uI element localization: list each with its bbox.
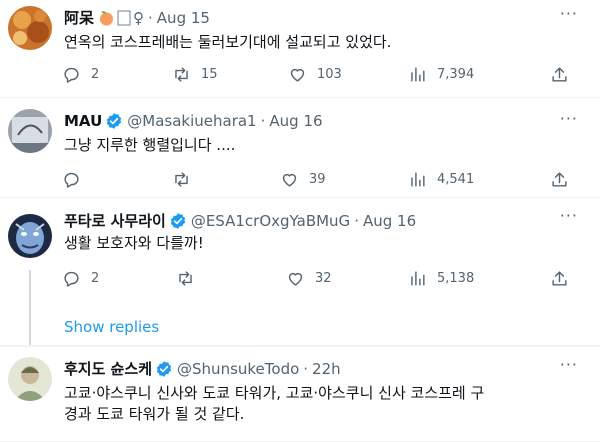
reply-icon (64, 271, 79, 287)
view-count: 4,541 (437, 172, 475, 187)
reply-icon (64, 67, 79, 83)
views-button[interactable]: 4,541 (408, 170, 474, 189)
share-icon (552, 172, 567, 187)
retweet-button[interactable] (176, 269, 205, 288)
reply-button[interactable]: 2 (62, 269, 99, 288)
views-button[interactable]: 5,138 (408, 269, 474, 288)
separator-dot: · (148, 8, 153, 27)
reply-count: 2 (91, 67, 100, 82)
user-handle[interactable]: @ShunsukeTodo (177, 360, 299, 378)
share-icon (552, 271, 567, 286)
analytics-icon (411, 271, 425, 286)
verified-badge-icon (170, 212, 185, 229)
timestamp[interactable]: 22h (312, 360, 341, 378)
share-button[interactable] (550, 65, 569, 84)
more-options-icon[interactable]: ··· (560, 4, 578, 23)
more-options-icon[interactable]: ··· (560, 355, 578, 374)
more-options-icon[interactable]: ··· (560, 109, 578, 128)
retweet-icon (175, 172, 188, 187)
share-icon (552, 67, 567, 82)
reply-button[interactable] (62, 170, 91, 189)
timestamp[interactable]: Aug 15 (157, 9, 210, 27)
analytics-icon (411, 172, 425, 187)
peach-emoji (100, 11, 114, 26)
tweet-2[interactable]: MAU @Masakiuehara1 · Aug 16 ··· 그냥 지루한 행… (0, 98, 600, 198)
retweet-button[interactable] (172, 170, 201, 189)
tweet-header: 푸타로 사무라이 @ESA1crOxgYaBMuG · Aug 16 (64, 210, 416, 231)
tweet-text: 연옥의 코스프레배는 둘러보기대에 설교되고 있었다. (64, 33, 392, 51)
tweet-1[interactable]: 阿呆 ♀ · Aug 15 ··· 연옥의 코스프레배는 둘러보기대에 설교되고… (0, 0, 600, 98)
retweet-button[interactable]: 15 (172, 65, 218, 84)
display-name[interactable]: MAU (64, 112, 102, 130)
view-count: 7,394 (437, 67, 475, 82)
timestamp[interactable]: Aug 16 (269, 112, 322, 130)
like-button[interactable]: 103 (288, 65, 342, 84)
views-button[interactable]: 7,394 (408, 65, 474, 84)
heart-icon (282, 173, 297, 187)
like-count: 39 (309, 172, 326, 187)
action-bar: 2 15 103 7,394 (62, 65, 584, 89)
separator-dot: · (354, 211, 359, 230)
tweet-text: 생활 보호자와 다를까! (64, 234, 204, 252)
like-button[interactable]: 39 (280, 170, 326, 189)
user-handle[interactable]: @Masakiuehara1 (127, 112, 256, 130)
tweet-4[interactable]: 후지도 슌스케 @ShunsukeTodo · 22h ··· 고쿄·야스쿠니 … (0, 346, 600, 442)
name-badges: ♀ (98, 9, 144, 27)
tweet-header: MAU @Masakiuehara1 · Aug 16 (64, 112, 323, 130)
action-bar: 2 32 5,138 (62, 269, 584, 293)
separator-dot: · (260, 112, 266, 130)
tweet-header: 阿呆 ♀ · Aug 15 (64, 7, 210, 28)
share-button[interactable] (550, 170, 569, 189)
tweet-header: 후지도 슌스케 @ShunsukeTodo · 22h (64, 358, 341, 379)
timestamp[interactable]: Aug 16 (363, 212, 416, 230)
reply-count: 2 (91, 271, 100, 286)
like-count: 103 (317, 67, 342, 82)
retweet-icon (175, 67, 188, 82)
display-name[interactable]: 阿呆 (64, 7, 94, 28)
like-count: 32 (315, 271, 332, 286)
tweet-3[interactable]: 푸타로 사무라이 @ESA1crOxgYaBMuG · Aug 16 ··· 생… (0, 198, 600, 346)
verified-badge-icon (156, 360, 172, 377)
user-handle[interactable]: @ESA1crOxgYaBMuG (191, 212, 350, 230)
tweet-text: 그냥 지루한 행렬입니다 .... (64, 136, 236, 154)
heart-icon (288, 272, 303, 286)
avatar[interactable] (8, 6, 52, 50)
more-options-icon[interactable]: ··· (560, 206, 578, 225)
reply-button[interactable]: 2 (62, 65, 99, 84)
analytics-icon (411, 67, 425, 82)
tweet-text: 고쿄·야스쿠니 신사와 도쿄 타워가, 고쿄·야스쿠니 신사 코스프레 구 경과… (64, 384, 485, 423)
retweet-icon (179, 271, 192, 286)
verified-badge-icon (107, 113, 122, 129)
avatar[interactable] (8, 357, 52, 401)
female-sign-emoji: ♀ (133, 8, 145, 27)
show-replies-link[interactable]: Show replies (64, 318, 159, 336)
show-replies-row[interactable]: Show replies (0, 310, 600, 346)
like-button[interactable]: 32 (286, 269, 332, 288)
display-name[interactable]: 후지도 슌스케 (64, 358, 152, 379)
retweet-count: 15 (201, 67, 218, 82)
view-count: 5,138 (437, 271, 475, 286)
avatar[interactable] (8, 109, 52, 153)
avatar[interactable] (8, 214, 52, 258)
share-button[interactable] (550, 269, 569, 288)
reply-icon (64, 172, 79, 188)
separator-dot: · (303, 359, 309, 378)
display-name[interactable]: 푸타로 사무라이 (64, 210, 166, 231)
action-bar: 39 4,541 (62, 170, 584, 194)
box-emoji (117, 9, 131, 26)
heart-icon (290, 68, 305, 82)
